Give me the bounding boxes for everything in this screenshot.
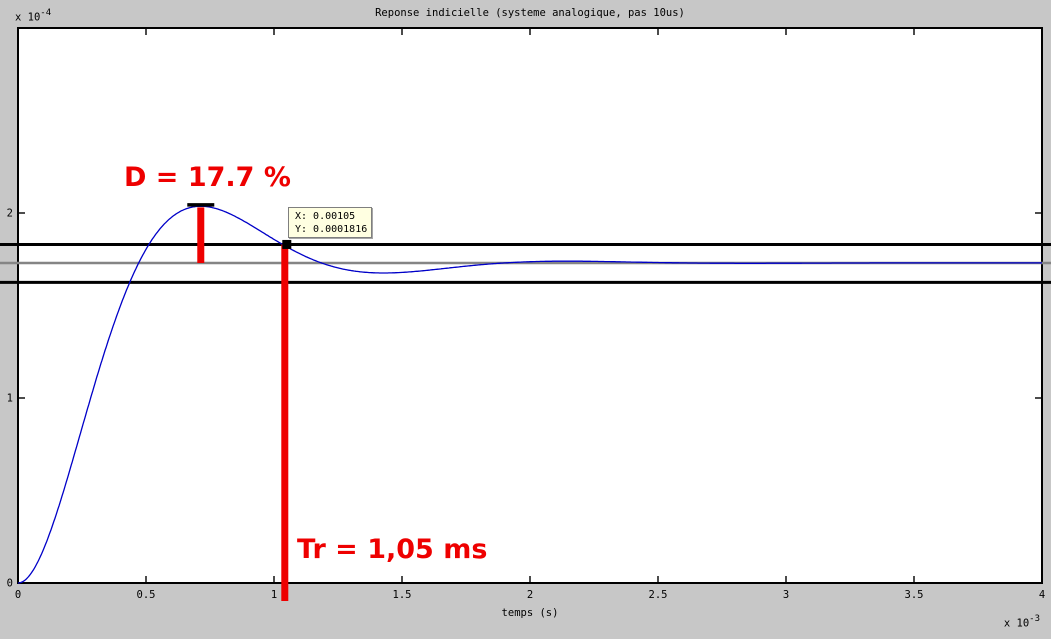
x-tick-label: 3.5 <box>905 589 924 601</box>
datatip-x-value: X: 0.00105 <box>295 210 371 223</box>
x-tick-label: 3 <box>783 589 789 601</box>
y-scale-exponent: -4 <box>40 8 51 18</box>
overshoot-annotation: D = 17.7 % <box>124 164 291 192</box>
rise-time-annotation: Tr = 1,05 ms <box>297 536 487 564</box>
datatip-box[interactable]: X: 0.00105 Y: 0.0001816 <box>288 207 372 238</box>
x-axis-label: temps (s) <box>18 607 1042 619</box>
axes-box <box>18 28 1042 583</box>
x-tick-label: 1 <box>271 589 277 601</box>
x-tick-label: 0.5 <box>137 589 156 601</box>
y-tick-label: 2 <box>7 208 13 220</box>
x-scale-base: x 10 <box>1004 618 1029 630</box>
y-scale-base: x 10 <box>15 12 40 24</box>
plot-area: 0 0.5 1 1.5 2 2.5 3 3.5 4 0 1 2 <box>0 0 1051 639</box>
datatip-y-value: Y: 0.0001816 <box>295 223 371 236</box>
x-tick-label: 1.5 <box>393 589 412 601</box>
x-tick-label: 0 <box>15 589 21 601</box>
datatip-anchor-marker[interactable] <box>282 240 291 249</box>
matlab-figure-window: 0 0.5 1 1.5 2 2.5 3 3.5 4 0 1 2 Reponse indicielle … <box>0 0 1051 639</box>
y-tick-label: 0 <box>7 578 13 590</box>
y-tick-label: 1 <box>7 393 13 405</box>
y-axis-scale-label: x 10-4 <box>15 9 51 24</box>
x-tick-label: 2.5 <box>649 589 668 601</box>
x-tick-label: 4 <box>1039 589 1045 601</box>
chart-title: Reponse indicielle (systeme analogique, … <box>18 7 1042 19</box>
x-tick-label: 2 <box>527 589 533 601</box>
